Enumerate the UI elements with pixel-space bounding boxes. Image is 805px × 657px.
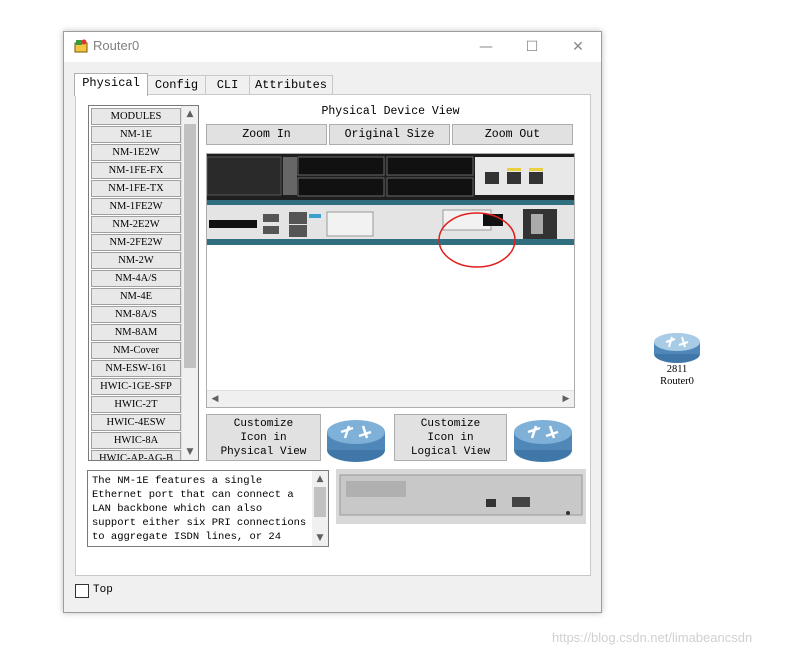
- scroll-down-icon[interactable]: ▼: [312, 530, 328, 546]
- scroll-thumb[interactable]: [184, 124, 196, 368]
- module-item[interactable]: NM-4E: [91, 288, 181, 305]
- router-device-image: [207, 154, 574, 268]
- module-item[interactable]: NM-2FE2W: [91, 234, 181, 251]
- modules-list[interactable]: MODULES NM-1E NM-1E2W NM-1FE-FX NM-1FE-T…: [88, 105, 199, 461]
- module-item[interactable]: NM-2E2W: [91, 216, 181, 233]
- module-item[interactable]: HWIC-2T: [91, 396, 181, 413]
- scroll-thumb[interactable]: [314, 487, 326, 517]
- node-name-label[interactable]: Router0: [640, 376, 714, 387]
- zoom-in-button[interactable]: Zoom In: [206, 124, 327, 145]
- scroll-left-icon[interactable]: ◀: [207, 391, 223, 407]
- minimize-button[interactable]: —: [463, 32, 509, 62]
- module-item[interactable]: NM-1E2W: [91, 144, 181, 161]
- module-item[interactable]: HWIC-AP-AG-B: [91, 450, 181, 460]
- router-app-icon: [74, 39, 88, 53]
- module-item[interactable]: HWIC-8A: [91, 432, 181, 449]
- view-horizontal-scrollbar[interactable]: ◀ ▶: [207, 390, 574, 407]
- description-scrollbar[interactable]: ▲ ▼: [312, 471, 328, 546]
- customize-physical-icon-button[interactable]: Customize Icon in Physical View: [206, 414, 321, 461]
- module-item[interactable]: NM-1FE-FX: [91, 162, 181, 179]
- original-size-button[interactable]: Original Size: [329, 124, 450, 145]
- node-model-label: 2811: [666, 364, 688, 375]
- router-icon: [514, 420, 572, 462]
- tab-cli[interactable]: CLI: [205, 75, 250, 94]
- module-item[interactable]: NM-1FE-TX: [91, 180, 181, 197]
- top-checkbox-label: Top: [93, 584, 113, 596]
- tab-attributes[interactable]: Attributes: [249, 75, 333, 94]
- module-description[interactable]: The NM-1E features a single Ethernet por…: [87, 470, 329, 547]
- physical-device-view-label: Physical Device View: [321, 105, 460, 118]
- module-item[interactable]: NM-1E: [91, 126, 181, 143]
- maximize-button[interactable]: ☐: [509, 32, 555, 62]
- module-item[interactable]: NM-ESW-161: [91, 360, 181, 377]
- top-checkbox[interactable]: [75, 584, 89, 598]
- module-image: [336, 469, 586, 524]
- scroll-up-icon[interactable]: ▲: [312, 471, 328, 487]
- scroll-right-icon[interactable]: ▶: [558, 391, 574, 407]
- window-title: Router0: [93, 38, 140, 53]
- scroll-up-icon[interactable]: ▲: [182, 106, 198, 122]
- module-item[interactable]: HWIC-4ESW: [91, 414, 181, 431]
- module-item[interactable]: NM-8A/S: [91, 306, 181, 323]
- device-window: Router0 — ☐ ✕ Physical Config CLI Attrib…: [63, 31, 602, 613]
- module-item[interactable]: NM-8AM: [91, 324, 181, 341]
- module-item[interactable]: NM-4A/S: [91, 270, 181, 287]
- tab-config[interactable]: Config: [147, 75, 206, 94]
- close-button[interactable]: ✕: [555, 32, 601, 62]
- title-bar[interactable]: Router0 — ☐ ✕: [64, 32, 601, 62]
- module-item[interactable]: HWIC-1GE-SFP: [91, 378, 181, 395]
- router-icon: [327, 420, 385, 462]
- module-item[interactable]: NM-1FE2W: [91, 198, 181, 215]
- device-view-canvas[interactable]: ◀ ▶: [206, 153, 575, 408]
- physical-panel: MODULES NM-1E NM-1E2W NM-1FE-FX NM-1FE-T…: [75, 94, 591, 576]
- modules-scrollbar[interactable]: ▲ ▼: [181, 106, 198, 460]
- description-text: The NM-1E features a single Ethernet por…: [92, 475, 307, 543]
- module-item[interactable]: NM-2W: [91, 252, 181, 269]
- customize-logical-icon-button[interactable]: Customize Icon in Logical View: [394, 414, 507, 461]
- scroll-down-icon[interactable]: ▼: [182, 444, 198, 460]
- zoom-out-button[interactable]: Zoom Out: [452, 124, 573, 145]
- watermark: https://blog.csdn.net/limabeancsdn: [552, 630, 753, 645]
- tab-physical[interactable]: Physical: [74, 73, 148, 96]
- modules-header: MODULES: [91, 108, 181, 125]
- module-item[interactable]: NM-Cover: [91, 342, 181, 359]
